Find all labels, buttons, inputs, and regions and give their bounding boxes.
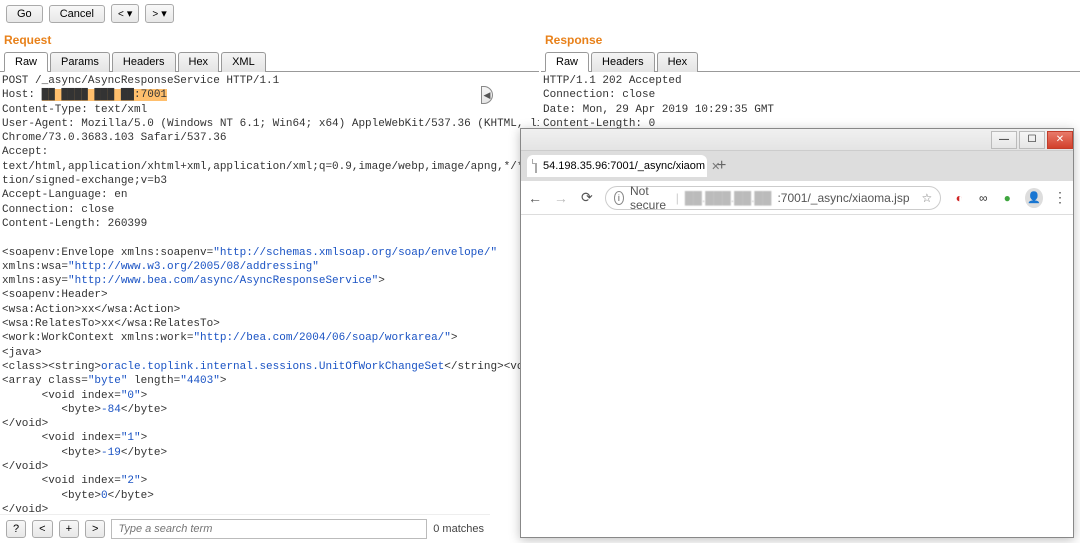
response-tabs: Raw Headers Hex [541,51,1080,72]
search-input[interactable] [111,519,427,539]
minimize-button[interactable]: — [991,131,1017,149]
browser-tab[interactable]: 54.198.35.96:7001/_async/xiaom ✕ [527,155,707,177]
maximize-button[interactable]: ☐ [1019,131,1045,149]
window-close-button[interactable]: ✕ [1047,131,1073,149]
search-add-button[interactable]: + [59,520,79,538]
main-toolbar: Go Cancel < ▾ > ▾ [0,0,1080,27]
cancel-button[interactable]: Cancel [49,5,105,23]
tab-params[interactable]: Params [50,52,110,72]
ext-icon-2[interactable]: ∞ [975,190,991,206]
address-bar[interactable]: i Not secure | ██.███.██.██:7001/_async/… [605,186,942,210]
request-tabs: Raw Params Headers Hex XML [0,51,539,72]
search-next-button[interactable]: > [85,520,105,538]
not-secure-label: Not secure [630,184,670,212]
tab-hex[interactable]: Hex [178,52,220,72]
next-button[interactable]: > ▾ [145,4,173,23]
ext-icon-1[interactable]: ◐ [951,190,967,206]
tab-headers[interactable]: Headers [112,52,176,72]
browser-tabstrip: 54.198.35.96:7001/_async/xiaom ✕ + [521,151,1073,181]
browser-titlebar[interactable]: — ☐ ✕ [521,129,1073,151]
profile-avatar[interactable]: 👤 [1025,188,1043,208]
prev-button[interactable]: < ▾ [111,4,139,23]
back-button[interactable]: ← [527,190,543,206]
request-body[interactable]: POST /_async/AsyncResponseService HTTP/1… [0,72,539,514]
search-footer: ? < + > 0 matches [0,514,490,543]
bookmark-star-icon[interactable]: ☆ [922,191,933,205]
browser-window: — ☐ ✕ 54.198.35.96:7001/_async/xiaom ✕ +… [520,128,1074,538]
extension-icons: ◐ ∞ ● [951,190,1015,206]
browser-menu-button[interactable]: ⋮ [1053,189,1067,206]
go-button[interactable]: Go [6,5,43,23]
browser-viewport[interactable] [521,215,1073,537]
new-tab-button[interactable]: + [717,157,726,175]
tab-title: 54.198.35.96:7001/_async/xiaom [543,160,705,172]
ext-icon-3[interactable]: ● [999,190,1015,206]
search-prev-button[interactable]: < [32,520,52,538]
response-title: Response [541,27,1080,51]
help-button[interactable]: ? [6,520,26,538]
forward-button[interactable]: → [553,190,569,206]
url-host-masked: ██.███.██.██ [685,191,772,205]
reload-button[interactable]: ⟳ [579,189,595,206]
site-info-icon[interactable]: i [614,191,624,205]
file-icon [535,159,537,173]
resp-tab-raw[interactable]: Raw [545,52,589,72]
browser-omnibar: ← → ⟳ i Not secure | ██.███.██.██:7001/_… [521,181,1073,215]
resp-tab-headers[interactable]: Headers [591,52,655,72]
request-pane: Request Raw Params Headers Hex XML POST … [0,27,539,514]
tab-raw[interactable]: Raw [4,52,48,72]
tab-xml[interactable]: XML [221,52,266,72]
request-title: Request [0,27,539,51]
resp-tab-hex[interactable]: Hex [657,52,699,72]
match-count: 0 matches [433,523,484,535]
url-tail: :7001/_async/xiaoma.jsp [777,191,909,205]
